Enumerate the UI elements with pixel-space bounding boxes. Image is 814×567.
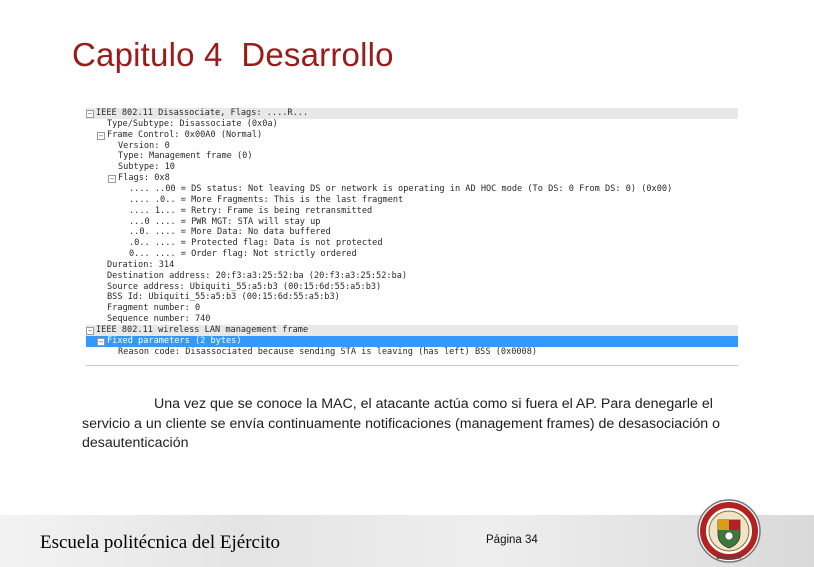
tree-row[interactable]: .... ..00 = DS status: Not leaving DS or…	[86, 184, 738, 195]
tree-row-text: IEEE 802.11 Disassociate, Flags: ....R..…	[96, 108, 309, 118]
collapse-toggle-icon[interactable]: −	[108, 175, 116, 184]
seal-caption: ECUADOR	[716, 555, 742, 561]
tree-row[interactable]: Destination address: 20:f3:a3:25:52:ba (…	[86, 271, 738, 282]
tree-row[interactable]: Fragment number: 0	[86, 303, 738, 314]
tree-row-text: .0.. .... = Protected flag: Data is not …	[129, 238, 383, 249]
tree-row[interactable]: − Flags: 0x8	[86, 173, 738, 184]
tree-row-text: IEEE 802.11 wireless LAN management fram…	[96, 325, 309, 335]
tree-row[interactable]: − Frame Control: 0x00A0 (Normal)	[86, 130, 738, 141]
tree-row[interactable]: .... 1... = Retry: Frame is being retran…	[86, 206, 738, 217]
tree-row[interactable]: Reason code: Disassociated because sendi…	[86, 347, 738, 358]
slide-title: Capitulo 4 Desarrollo	[72, 36, 394, 73]
tree-row[interactable]: Version: 0	[86, 141, 738, 152]
tree-divider	[86, 365, 738, 366]
tree-row-text: Reason code: Disassociated because sendi…	[118, 346, 538, 357]
collapse-toggle-icon[interactable]: −	[86, 327, 94, 335]
tree-row[interactable]: Type/Subtype: Disassociate (0x0a)	[86, 119, 738, 130]
tree-row[interactable]: Duration: 314	[86, 260, 738, 271]
tree-row[interactable]: Sequence number: 740	[86, 314, 738, 325]
tree-row-text: Version: 0	[118, 140, 170, 151]
page-number: Página 34	[486, 534, 538, 546]
tree-section-header[interactable]: − IEEE 802.11 wireless LAN management fra…	[86, 325, 738, 336]
tree-row-text: Destination address: 20:f3:a3:25:52:ba (…	[107, 270, 408, 281]
tree-row-text: .... .0.. = More Fragments: This is the …	[129, 194, 404, 205]
tree-row[interactable]: ...0 .... = PWR MGT: STA will stay up	[86, 217, 738, 228]
university-seal-icon: ECUADOR	[697, 499, 761, 563]
tree-row-text: Type/Subtype: Disassociate (0x0a)	[107, 118, 278, 129]
collapse-toggle-icon[interactable]: −	[97, 131, 105, 140]
tree-row-text: Type: Management frame (0)	[118, 151, 253, 162]
body-paragraph: Una vez que se conoce la MAC, el atacant…	[82, 396, 721, 451]
tree-row-text: .... 1... = Retry: Frame is being retran…	[129, 205, 373, 216]
tree-row[interactable]: .... .0.. = More Fragments: This is the …	[86, 195, 738, 206]
tree-row-text: BSS Id: Ubiquiti_55:a5:b3 (00:15:6d:55:a…	[107, 292, 340, 303]
tree-row-text: Fixed parameters (2 bytes)	[107, 335, 242, 346]
tree-row[interactable]: ..0. .... = More Data: No data buffered	[86, 227, 738, 238]
school-name: Escuela politécnica del Ejército	[40, 532, 281, 553]
tree-row-text: 0... .... = Order flag: Not strictly ord…	[129, 249, 357, 260]
collapse-toggle-icon[interactable]: −	[86, 110, 94, 118]
tree-section-header[interactable]: − IEEE 802.11 Disassociate, Flags: ....R.…	[86, 108, 738, 119]
tree-row-text: Flags: 0x8	[118, 173, 170, 184]
tree-row[interactable]: .0.. .... = Protected flag: Data is not …	[86, 238, 738, 249]
page-label: Página 34	[486, 534, 538, 546]
tree-row[interactable]: Source address: Ubiquiti_55:a5:b3 (00:15…	[86, 282, 738, 293]
tree-row-text: Subtype: 10	[118, 162, 175, 173]
tree-row-text: Source address: Ubiquiti_55:a5:b3 (00:15…	[107, 281, 382, 292]
tree-row-text: ..0. .... = More Data: No data buffered	[129, 227, 331, 238]
tree-row-text: ...0 .... = PWR MGT: STA will stay up	[129, 216, 321, 227]
collapse-toggle-icon[interactable]: −	[97, 337, 105, 346]
tree-row-text: Frame Control: 0x00A0 (Normal)	[107, 129, 263, 140]
tree-row[interactable]: Type: Management frame (0)	[86, 151, 738, 162]
tree-row-selected[interactable]: − Fixed parameters (2 bytes)	[86, 335, 738, 347]
packet-detail-tree[interactable]: − IEEE 802.11 Disassociate, Flags: ....R.…	[86, 107, 738, 366]
tree-row[interactable]: 0... .... = Order flag: Not strictly ord…	[86, 249, 738, 260]
tree-row-text: Sequence number: 740	[107, 314, 211, 325]
tree-row[interactable]: BSS Id: Ubiquiti_55:a5:b3 (00:15:6d:55:a…	[86, 292, 738, 303]
tree-row-text: Duration: 314	[107, 259, 175, 270]
tree-row-text: .... ..00 = DS status: Not leaving DS or…	[129, 183, 673, 194]
tree-row[interactable]: Subtype: 10	[86, 162, 738, 173]
tree-row-text: Fragment number: 0	[107, 303, 201, 314]
